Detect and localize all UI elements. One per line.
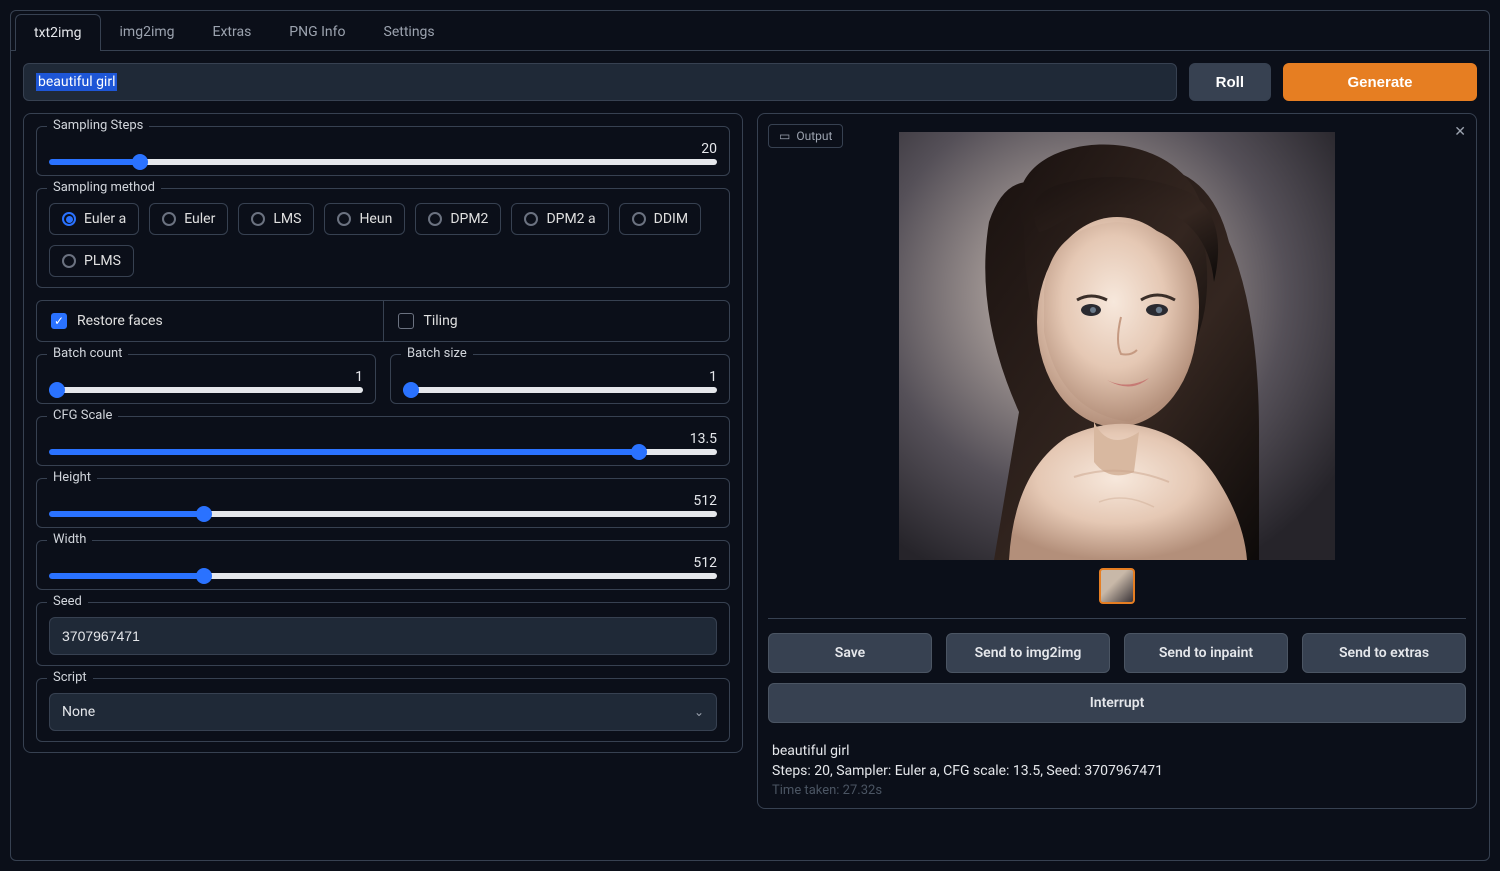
checkbox-icon bbox=[398, 313, 414, 329]
height-slider[interactable] bbox=[49, 511, 717, 517]
meta-prompt: beautiful girl bbox=[772, 743, 1462, 759]
batch-count-field: Batch count 1 bbox=[36, 354, 376, 404]
output-panel: ▭ Output ✕ bbox=[757, 113, 1477, 809]
tab-txt2img[interactable]: txt2img bbox=[15, 14, 101, 51]
save-button[interactable]: Save bbox=[768, 633, 932, 673]
send-inpaint-button[interactable]: Send to inpaint bbox=[1124, 633, 1288, 673]
tab-pnginfo[interactable]: PNG Info bbox=[270, 13, 364, 50]
toggles-row: ✓ Restore faces Tiling bbox=[36, 300, 730, 342]
send-img2img-button[interactable]: Send to img2img bbox=[946, 633, 1110, 673]
output-actions-row: Save Send to img2img Send to inpaint Sen… bbox=[768, 633, 1466, 673]
radio-icon bbox=[632, 212, 646, 226]
output-thumbnail[interactable] bbox=[1099, 568, 1135, 604]
settings-panel: Sampling Steps 20 Sampling method Euler … bbox=[23, 113, 743, 753]
divider bbox=[768, 618, 1466, 619]
seed-input[interactable] bbox=[49, 617, 717, 655]
restore-faces-toggle[interactable]: ✓ Restore faces bbox=[37, 301, 384, 341]
script-select[interactable]: None ⌄ bbox=[49, 693, 717, 731]
height-field: Height 512 bbox=[36, 478, 730, 528]
cfg-scale-slider[interactable] bbox=[49, 449, 717, 455]
output-column: ▭ Output ✕ bbox=[757, 113, 1477, 848]
main-tabs: txt2img img2img Extras PNG Info Settings bbox=[11, 11, 1489, 51]
radio-icon bbox=[251, 212, 265, 226]
batch-size-slider[interactable] bbox=[403, 387, 717, 393]
radio-icon bbox=[524, 212, 538, 226]
checkbox-icon: ✓ bbox=[51, 313, 67, 329]
interrupt-button[interactable]: Interrupt bbox=[768, 683, 1466, 723]
app-frame: txt2img img2img Extras PNG Info Settings… bbox=[10, 10, 1490, 861]
cfg-scale-label: CFG Scale bbox=[47, 408, 118, 423]
sampler-euler[interactable]: Euler bbox=[149, 203, 228, 235]
sampler-lms[interactable]: LMS bbox=[238, 203, 314, 235]
tab-img2img[interactable]: img2img bbox=[101, 13, 194, 50]
sampler-heun[interactable]: Heun bbox=[324, 203, 405, 235]
sampler-plms[interactable]: PLMS bbox=[49, 245, 134, 277]
radio-icon bbox=[62, 212, 76, 226]
script-value: None bbox=[62, 704, 95, 720]
sampling-steps-label: Sampling Steps bbox=[47, 118, 149, 133]
sampler-dpm2a[interactable]: DPM2 a bbox=[511, 203, 608, 235]
seed-field: Seed bbox=[36, 602, 730, 666]
sampler-ddim[interactable]: DDIM bbox=[619, 203, 701, 235]
meta-time: Time taken: 27.32s bbox=[772, 783, 1462, 798]
sampling-method-options: Euler a Euler LMS Heun DPM2 DPM2 a DDIM … bbox=[49, 203, 717, 277]
generation-meta: beautiful girl Steps: 20, Sampler: Euler… bbox=[768, 733, 1466, 798]
sampler-euler-a[interactable]: Euler a bbox=[49, 203, 139, 235]
cfg-scale-field: CFG Scale 13.5 bbox=[36, 416, 730, 466]
sampling-method-field: Sampling method Euler a Euler LMS Heun D… bbox=[36, 188, 730, 288]
generate-button[interactable]: Generate bbox=[1283, 63, 1477, 101]
sampling-steps-field: Sampling Steps 20 bbox=[36, 126, 730, 176]
script-label: Script bbox=[47, 670, 93, 685]
radio-icon bbox=[162, 212, 176, 226]
prompt-text: beautiful girl bbox=[36, 73, 117, 91]
sampling-method-label: Sampling method bbox=[47, 180, 161, 195]
radio-icon bbox=[428, 212, 442, 226]
chevron-down-icon: ⌄ bbox=[694, 705, 704, 719]
batch-size-field: Batch size 1 bbox=[390, 354, 730, 404]
seed-label: Seed bbox=[47, 594, 88, 609]
prompt-row: beautiful girl Roll Generate bbox=[11, 51, 1489, 113]
roll-button[interactable]: Roll bbox=[1189, 63, 1271, 101]
width-label: Width bbox=[47, 532, 92, 547]
output-image-area bbox=[768, 132, 1466, 604]
restore-faces-label: Restore faces bbox=[77, 313, 163, 329]
script-field: Script None ⌄ bbox=[36, 678, 730, 742]
main-area: Sampling Steps 20 Sampling method Euler … bbox=[11, 113, 1489, 860]
tiling-label: Tiling bbox=[424, 313, 458, 329]
tiling-toggle[interactable]: Tiling bbox=[384, 301, 730, 341]
radio-icon bbox=[62, 254, 76, 268]
prompt-input[interactable]: beautiful girl bbox=[23, 63, 1177, 101]
meta-params: Steps: 20, Sampler: Euler a, CFG scale: … bbox=[772, 763, 1462, 779]
send-extras-button[interactable]: Send to extras bbox=[1302, 633, 1466, 673]
sampler-dpm2[interactable]: DPM2 bbox=[415, 203, 501, 235]
height-label: Height bbox=[47, 470, 97, 485]
tab-settings[interactable]: Settings bbox=[365, 13, 454, 50]
batch-count-label: Batch count bbox=[47, 346, 128, 361]
sampling-steps-slider[interactable] bbox=[49, 159, 717, 165]
generated-image[interactable] bbox=[899, 132, 1335, 560]
width-field: Width 512 bbox=[36, 540, 730, 590]
tab-extras[interactable]: Extras bbox=[194, 13, 271, 50]
batch-size-label: Batch size bbox=[401, 346, 473, 361]
width-slider[interactable] bbox=[49, 573, 717, 579]
settings-column: Sampling Steps 20 Sampling method Euler … bbox=[23, 113, 743, 848]
batch-count-slider[interactable] bbox=[49, 387, 363, 393]
radio-icon bbox=[337, 212, 351, 226]
